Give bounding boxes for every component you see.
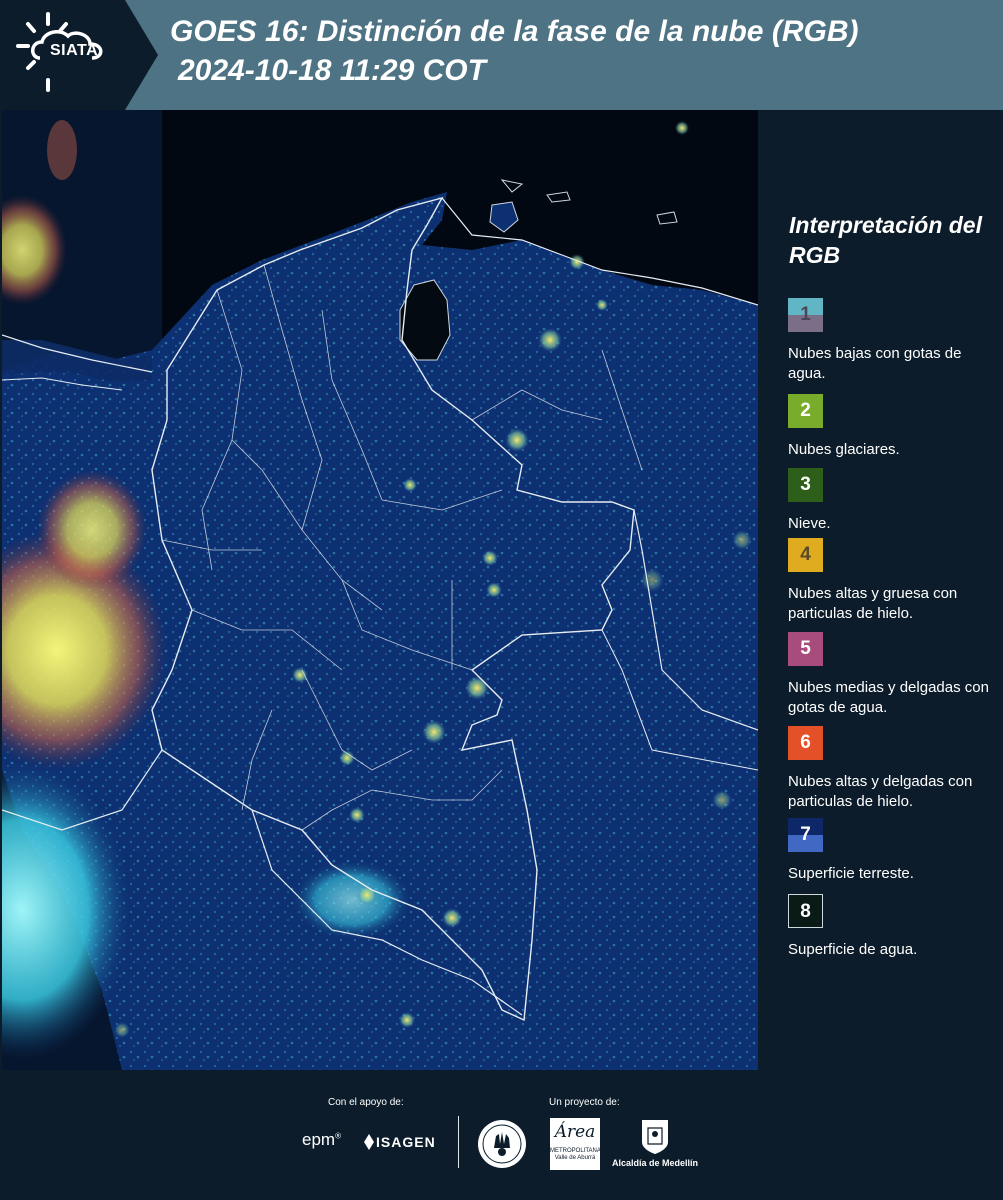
legend-label: Nubes altas y gruesa con particulas de h… <box>788 585 958 622</box>
legend-number: 2 <box>800 400 811 421</box>
legend-item: 6 Nubes altas y delgadas con particulas … <box>788 726 993 812</box>
legend-number: 1 <box>800 304 811 325</box>
area-logo-script: Área <box>554 1122 596 1142</box>
legend-item: 7 Superficie terreste. <box>788 818 993 884</box>
legend-label: Nubes glaciares. <box>788 441 900 458</box>
legend-label: Superficie terreste. <box>788 865 914 882</box>
legend-swatch: 3 <box>788 468 823 502</box>
header: SIATA GOES 16: Distinción de la fase de … <box>0 0 1003 110</box>
legend-item: 8 Superficie de agua. <box>788 894 993 960</box>
legend-label: Nubes altas y delgadas con particulas de… <box>788 773 973 810</box>
legend-swatch: 8 <box>788 894 823 928</box>
page-title: GOES 16: Distinción de la fase de la nub… <box>170 15 859 48</box>
legend: Interpretación del RGB 1 Nubes bajas con… <box>775 210 997 958</box>
legend-swatch: 6 <box>788 726 823 760</box>
legend-title: Interpretación del RGB <box>789 212 982 268</box>
support-label: Con el apoyo de: <box>328 1097 404 1108</box>
legend-number: 7 <box>800 824 811 845</box>
epm-logo: epm® <box>302 1130 341 1149</box>
epm-logo-text: epm <box>302 1130 336 1149</box>
legend-item: 1 Nubes bajas con gotas de agua. <box>788 298 993 384</box>
legend-number: 8 <box>800 901 811 922</box>
legend-number: 6 <box>800 732 811 753</box>
medellin-logo: Alcaldía de Medellín <box>612 1158 699 1168</box>
legend-item: 3 Nieve. <box>788 468 993 534</box>
legend-label: Nieve. <box>788 515 831 532</box>
legend-item: 2 Nubes glaciares. <box>788 394 993 460</box>
legend-item: 5 Nubes medias y delgadas con gotas de a… <box>788 632 993 718</box>
legend-swatch: 5 <box>788 632 823 666</box>
legend-label: Nubes bajas con gotas de agua. <box>788 345 962 382</box>
page-timestamp: 2024-10-18 11:29 COT <box>178 54 486 87</box>
isagen-logo: ISAGEN <box>376 1134 436 1150</box>
legend-label: Nubes medias y delgadas con gotas de agu… <box>788 679 989 716</box>
legend-swatch: 1 <box>788 298 823 332</box>
area-metropolitana-logo: Área METROPOLITANA Valle de Aburrá <box>550 1118 601 1170</box>
seal-icon <box>478 1120 526 1168</box>
footer: Con el apoyo de: Un proyecto de: epm® IS… <box>0 1070 1003 1200</box>
footer-divider <box>458 1116 459 1168</box>
project-label: Un proyecto de: <box>549 1097 620 1108</box>
siata-logo-text: SIATA <box>50 42 99 59</box>
area-logo-caption: METROPOLITANA Valle de Aburrá <box>550 1148 601 1161</box>
legend-swatch: 2 <box>788 394 823 428</box>
legend-item: 4 Nubes altas y gruesa con particulas de… <box>788 538 993 624</box>
legend-label: Superficie de agua. <box>788 941 918 958</box>
legend-number: 4 <box>800 544 811 565</box>
medellin-shield-icon <box>642 1120 668 1154</box>
satellite-map[interactable] <box>2 110 758 1070</box>
legend-swatch: 7 <box>788 818 823 852</box>
siata-logo: SIATA <box>0 0 160 110</box>
legend-number: 5 <box>800 638 811 659</box>
legend-swatch: 4 <box>788 538 823 572</box>
legend-number: 3 <box>800 474 811 495</box>
isagen-icon <box>364 1134 374 1150</box>
